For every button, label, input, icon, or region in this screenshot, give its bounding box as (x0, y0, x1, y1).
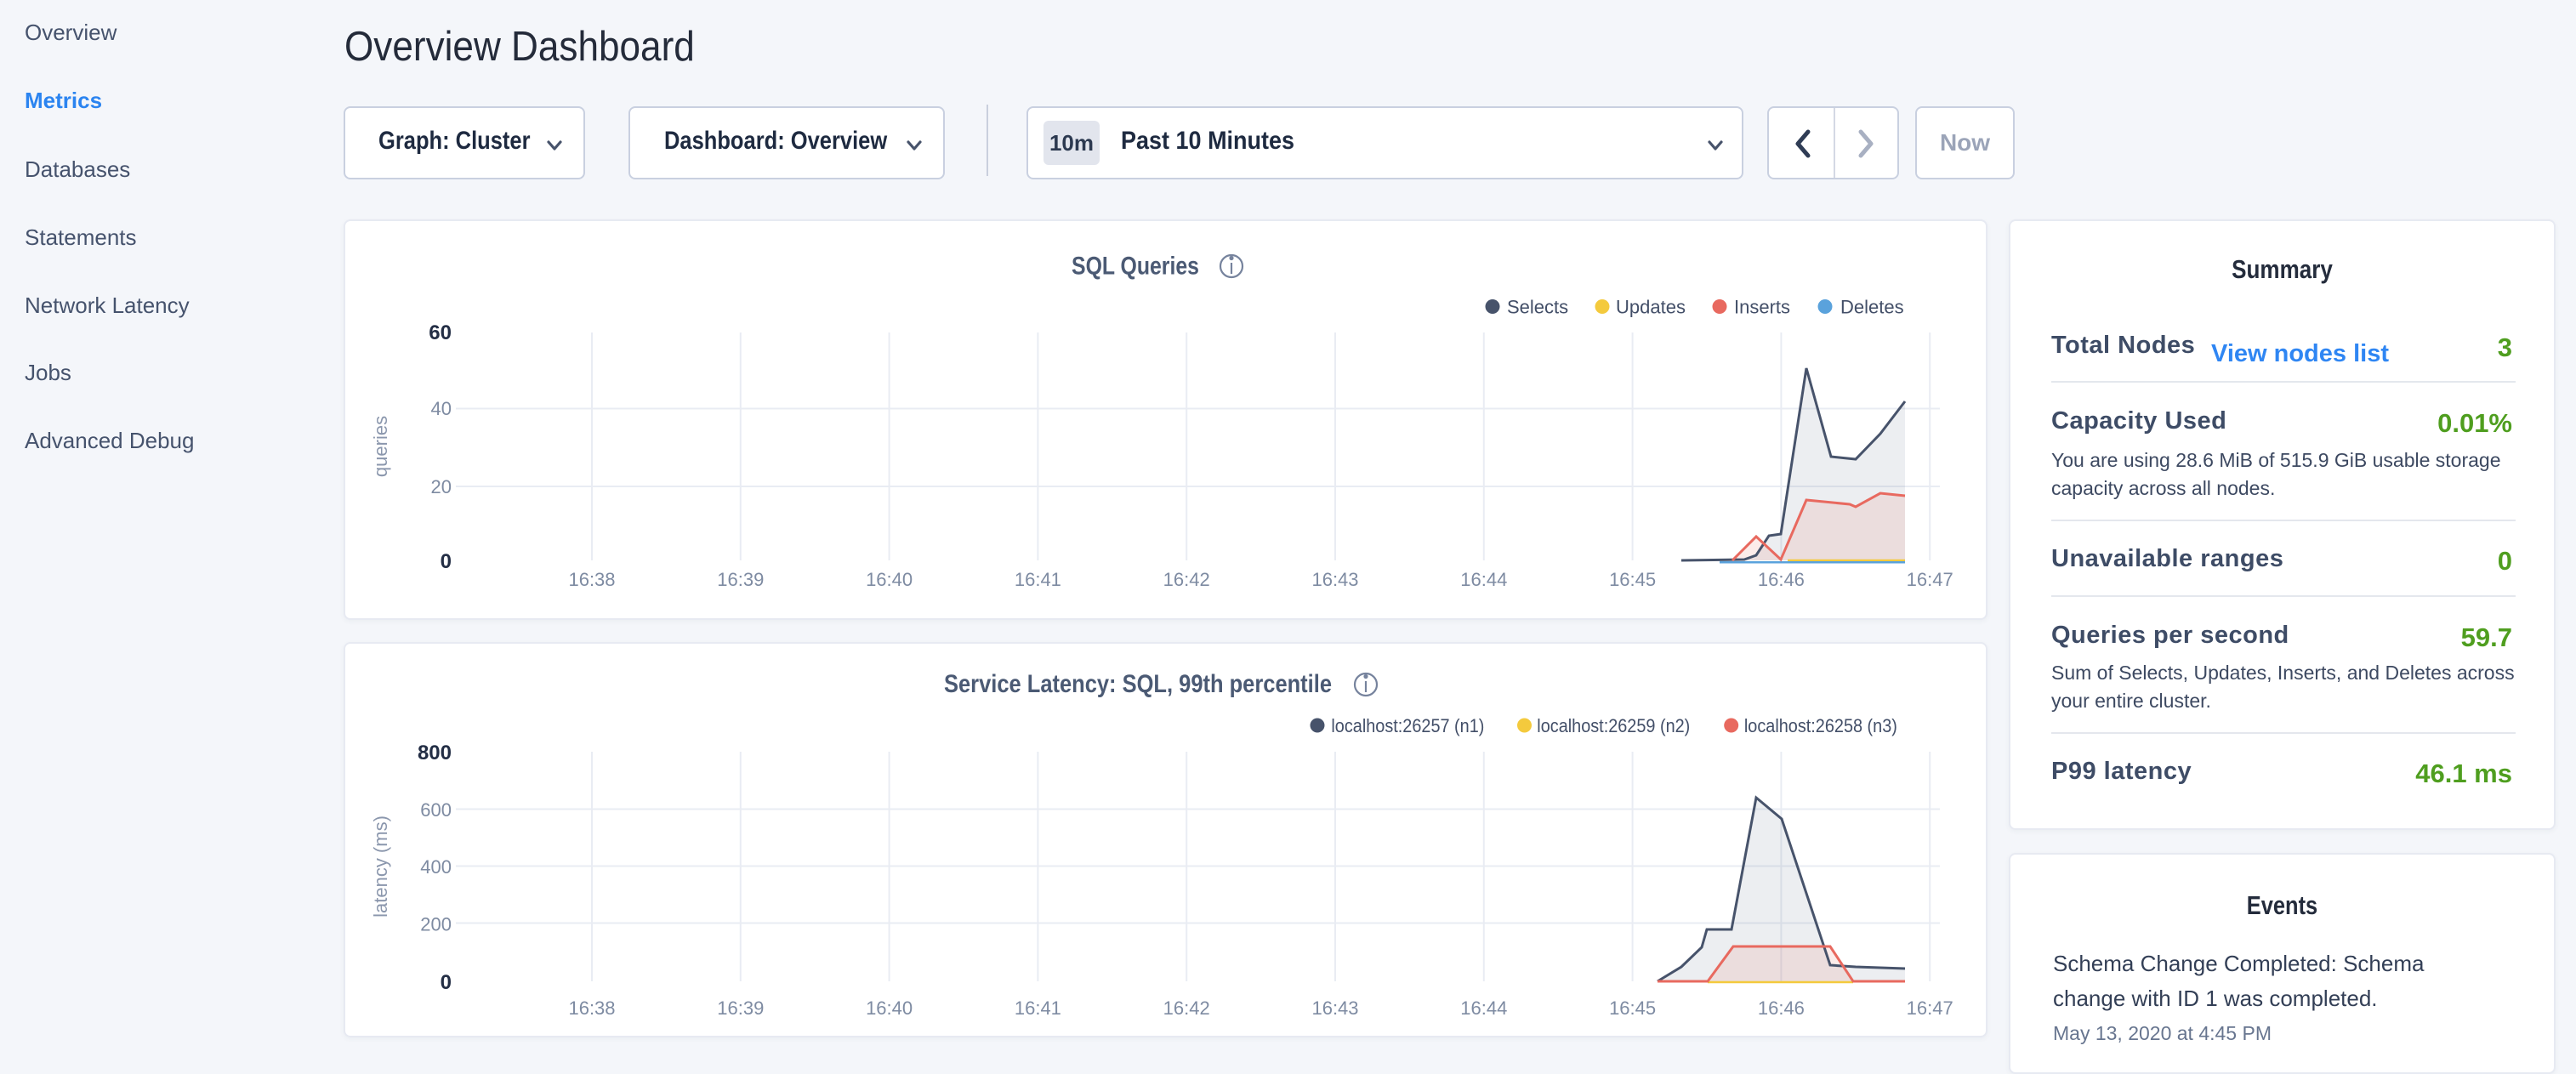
svg-text:16:45: 16:45 (1609, 569, 1656, 590)
svg-text:0: 0 (441, 550, 452, 573)
svg-text:16:42: 16:42 (1163, 997, 1210, 1019)
svg-text:16:47: 16:47 (1907, 997, 1953, 1019)
svg-text:16:47: 16:47 (1907, 569, 1953, 590)
svg-text:Selects: Selects (1507, 297, 1568, 318)
svg-text:localhost:26259 (n2): localhost:26259 (n2) (1537, 715, 1690, 736)
svg-text:16:41: 16:41 (1015, 997, 1061, 1019)
svg-text:0: 0 (441, 971, 452, 994)
svg-text:16:41: 16:41 (1015, 569, 1061, 590)
svg-text:localhost:26258 (n3): localhost:26258 (n3) (1744, 715, 1897, 736)
svg-text:16:46: 16:46 (1758, 997, 1805, 1019)
svg-text:200: 200 (420, 914, 452, 935)
svg-text:latency (ms): latency (ms) (370, 815, 391, 918)
svg-text:16:38: 16:38 (568, 569, 615, 590)
svg-text:Updates: Updates (1616, 297, 1686, 318)
svg-text:600: 600 (420, 799, 452, 821)
svg-text:16:43: 16:43 (1311, 997, 1358, 1019)
svg-text:60: 60 (429, 321, 452, 344)
svg-text:16:39: 16:39 (717, 569, 764, 590)
svg-text:16:40: 16:40 (866, 569, 913, 590)
svg-text:SQL Queries: SQL Queries (1072, 253, 1199, 281)
svg-text:16:44: 16:44 (1460, 569, 1507, 590)
svg-text:localhost:26257 (n1): localhost:26257 (n1) (1331, 715, 1484, 736)
svg-text:queries: queries (370, 416, 391, 477)
svg-text:40: 40 (431, 398, 452, 419)
svg-text:16:38: 16:38 (568, 997, 615, 1019)
svg-text:16:42: 16:42 (1163, 569, 1210, 590)
svg-text:Inserts: Inserts (1734, 297, 1790, 318)
svg-text:16:40: 16:40 (866, 997, 913, 1019)
svg-text:16:46: 16:46 (1758, 569, 1805, 590)
svg-text:800: 800 (418, 742, 452, 764)
svg-text:400: 400 (420, 856, 452, 878)
svg-text:Deletes: Deletes (1840, 297, 1904, 318)
svg-text:20: 20 (431, 476, 452, 497)
svg-text:16:45: 16:45 (1609, 997, 1656, 1019)
svg-text:Service Latency: SQL, 99th per: Service Latency: SQL, 99th percentile (944, 670, 1332, 698)
svg-text:16:39: 16:39 (717, 997, 764, 1019)
svg-text:16:44: 16:44 (1460, 997, 1507, 1019)
svg-text:16:43: 16:43 (1311, 569, 1358, 590)
